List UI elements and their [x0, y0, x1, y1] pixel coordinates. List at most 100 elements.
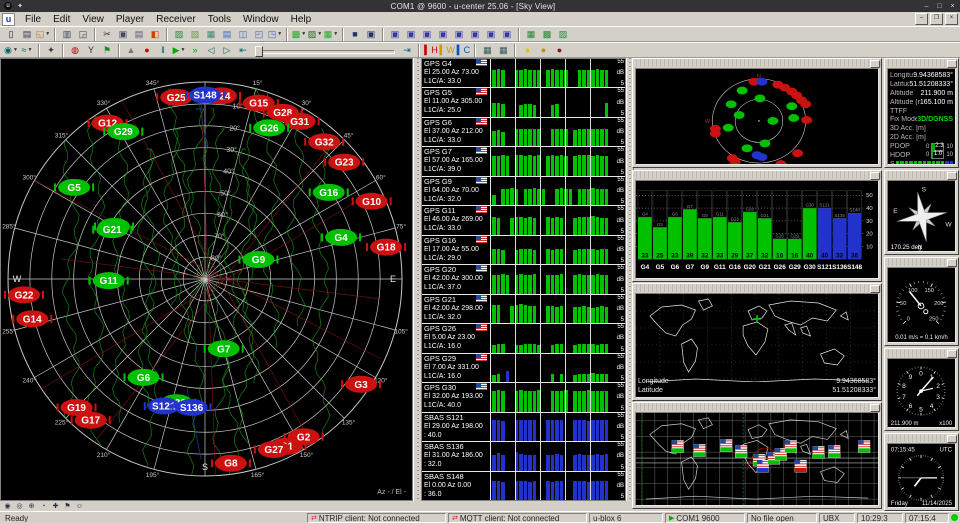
play-icon[interactable]: ▶▼: [172, 44, 187, 57]
color-palette-icon[interactable]: ◧: [148, 28, 163, 41]
maximize-button[interactable]: □: [934, 1, 945, 11]
menu-file[interactable]: File: [19, 13, 47, 26]
position-map-panel-grip[interactable]: [633, 284, 881, 292]
temp-warm-icon[interactable]: ▍W: [440, 44, 455, 57]
mdi-minimize-button[interactable]: –: [915, 13, 928, 25]
clock-close-button[interactable]: [947, 435, 957, 443]
cut-icon[interactable]: ✂: [100, 28, 115, 41]
menu-player[interactable]: Player: [110, 13, 150, 26]
speedometer-panel-grip[interactable]: [885, 258, 958, 266]
ball-orange-icon[interactable]: ●: [536, 44, 551, 57]
histogram-view-icon[interactable]: ▦▼: [324, 28, 339, 41]
antenna-icon[interactable]: Y: [84, 44, 99, 57]
mdi-restore-button[interactable]: ❐: [930, 13, 943, 25]
satellite-map-panel-grip[interactable]: [633, 403, 881, 411]
configuration-view-icon[interactable]: ◫: [236, 28, 251, 41]
docking-window-2-icon[interactable]: ▣: [404, 28, 419, 41]
print-preview-icon[interactable]: ◲: [76, 28, 91, 41]
save-icon[interactable]: ▤: [20, 28, 35, 41]
signal-row-sbas-s148[interactable]: SBAS S148El 0.00 Az 0.00: 36.055dB5: [422, 472, 625, 500]
table-view-icon[interactable]: ◳▼: [268, 28, 283, 41]
globe-icon[interactable]: ⊕: [26, 502, 37, 511]
signal-row-gps-g26[interactable]: GPS G26El 5.00 Az 23.00L1C/A: 16.055dB5: [422, 324, 625, 353]
mini-sky-panel-grip[interactable]: [633, 59, 881, 67]
temp-cold-icon[interactable]: ▍C: [456, 44, 471, 57]
record-icon[interactable]: ●: [140, 44, 155, 57]
signal-row-gps-g30[interactable]: GPS G30El 32.00 Az 193.00L1C/A: 40.055dB…: [422, 383, 625, 412]
mini-sky-close-button[interactable]: [870, 60, 880, 68]
survey-in-icon[interactable]: ⚑: [100, 44, 115, 57]
copy-icon[interactable]: ▣: [116, 28, 131, 41]
docking-window-6-icon[interactable]: ▣: [468, 28, 483, 41]
sky-view-icon[interactable]: ▣: [364, 28, 379, 41]
record-config-icon[interactable]: ▨: [556, 28, 571, 41]
minimize-button[interactable]: –: [921, 1, 932, 11]
signal-row-gps-g6[interactable]: GPS G6El 37.00 Az 212.00L1C/A: 33.055dB5: [422, 118, 625, 147]
menu-tools[interactable]: Tools: [202, 13, 237, 26]
open-icon[interactable]: ◱▼: [36, 28, 51, 41]
grid-view-2-icon[interactable]: ▦: [496, 44, 511, 57]
menu-edit[interactable]: Edit: [47, 13, 76, 26]
compass-panel-grip[interactable]: [885, 171, 958, 179]
binary-console-icon[interactable]: ▧: [188, 28, 203, 41]
signal-row-sbas-s136[interactable]: SBAS S136El 31.00 Az 186.00: 32.055dB5: [422, 442, 625, 471]
docking-window-7-icon[interactable]: ▣: [484, 28, 499, 41]
baud-rate-icon[interactable]: ≈▼: [20, 44, 35, 57]
menu-receiver[interactable]: Receiver: [150, 13, 201, 26]
ball-yellow-icon[interactable]: ●: [520, 44, 535, 57]
speedometer-close-button[interactable]: [947, 259, 957, 267]
map-view-icon[interactable]: ▩▼: [292, 28, 307, 41]
pause-icon[interactable]: ‖: [156, 44, 171, 57]
new-file-icon[interactable]: ▯: [4, 28, 19, 41]
signal-row-gps-g9[interactable]: GPS G9El 64.00 Az 70.00L1C/A: 32.055dB5: [422, 177, 625, 206]
chart-view-icon[interactable]: ▨▼: [308, 28, 323, 41]
messages-view-icon[interactable]: ▤: [220, 28, 235, 41]
menu-help[interactable]: Help: [285, 13, 318, 26]
menu-view[interactable]: View: [76, 13, 110, 26]
signal-row-gps-g5[interactable]: GPS G5El 11.00 Az 305.00L1C/A: 25.055dB5: [422, 88, 625, 117]
packet-console-icon[interactable]: ▨: [172, 28, 187, 41]
camera-view-icon[interactable]: ▦: [524, 28, 539, 41]
print-icon[interactable]: ▥: [60, 28, 75, 41]
signal-row-gps-g7[interactable]: GPS G7El 57.00 Az 165.00L1C/A: 39.055dB5: [422, 147, 625, 176]
clock-panel-grip[interactable]: [885, 434, 958, 442]
compass-close-button[interactable]: [947, 172, 957, 180]
step-forward-icon[interactable]: ▷: [220, 44, 235, 57]
skip-end-icon[interactable]: ⇥: [400, 44, 415, 57]
receiver-tools-icon[interactable]: ✦: [44, 44, 59, 57]
docking-window-3-icon[interactable]: ▣: [420, 28, 435, 41]
cno-chart-panel-grip[interactable]: [633, 171, 881, 179]
user-icon[interactable]: ☺: [74, 502, 85, 511]
signal-row-gps-g16[interactable]: GPS G16El 17.00 Az 55.00L1C/A: 29.055dB5: [422, 236, 625, 265]
cno-chart-close-button[interactable]: [870, 172, 880, 180]
eject-icon[interactable]: ▲: [124, 44, 139, 57]
deviation-map-icon[interactable]: ■: [348, 28, 363, 41]
signal-row-gps-g21[interactable]: GPS G21El 42.00 Az 298.00L1C/A: 32.055dB…: [422, 295, 625, 324]
statistics-view-icon[interactable]: ◰: [252, 28, 267, 41]
paste-icon[interactable]: ▤: [132, 28, 147, 41]
playback-slider-thumb[interactable]: [255, 46, 263, 57]
fast-forward-icon[interactable]: »: [188, 44, 203, 57]
visibility-icon[interactable]: ◉: [2, 502, 13, 511]
docking-window-4-icon[interactable]: ▣: [436, 28, 451, 41]
pin-icon[interactable]: ✦: [15, 1, 25, 11]
signal-row-sbas-s121[interactable]: SBAS S121El 29.00 Az 198.00: 40.055dB5: [422, 413, 625, 442]
ball-red-icon[interactable]: ●: [552, 44, 567, 57]
temp-hot-icon[interactable]: ▍H: [424, 44, 439, 57]
close-button[interactable]: ×: [947, 1, 958, 11]
docking-window-5-icon[interactable]: ▣: [452, 28, 467, 41]
skip-start-icon[interactable]: ⇤: [236, 44, 251, 57]
docking-window-1-icon[interactable]: ▣: [388, 28, 403, 41]
signal-row-gps-g11[interactable]: GPS G11El 46.00 Az 269.00L1C/A: 33.055dB…: [422, 206, 625, 235]
flag-icon[interactable]: ⚑: [62, 502, 73, 511]
alert-icon[interactable]: ◍: [68, 44, 83, 57]
crosshair-icon[interactable]: ✚: [50, 502, 61, 511]
gnss-config-icon[interactable]: ▩: [540, 28, 555, 41]
signal-row-gps-g20[interactable]: GPS G20El 42.00 Az 300.00L1C/A: 37.055dB…: [422, 265, 625, 294]
data-panel-close-button[interactable]: [947, 60, 957, 68]
menu-window[interactable]: Window: [237, 13, 285, 26]
docking-window-8-icon[interactable]: ▣: [500, 28, 515, 41]
satellite-map-close-button[interactable]: [870, 404, 880, 412]
com-port-icon[interactable]: ◉▼: [4, 44, 19, 57]
mdi-close-button[interactable]: ×: [945, 13, 958, 25]
